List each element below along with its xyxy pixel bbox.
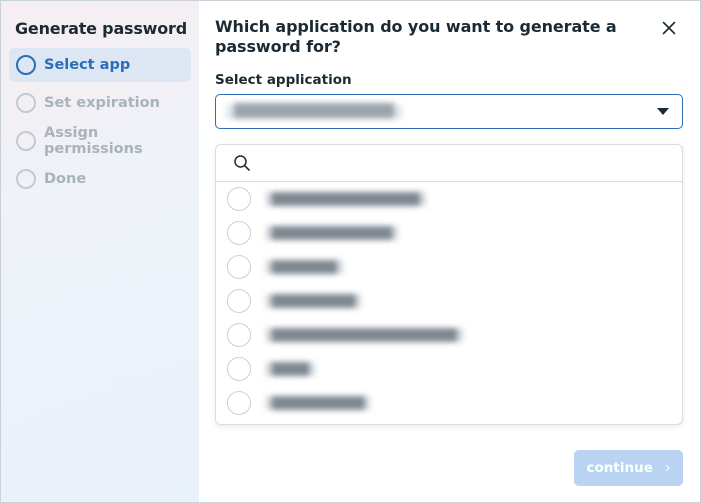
step-label: Select app [44,57,131,73]
radio-button[interactable] [227,323,251,347]
list-item[interactable]: █████████ [216,284,682,318]
list-item[interactable]: ████████████████ [216,182,682,216]
radio-button[interactable] [227,289,251,313]
step-status-icon [16,93,36,113]
option-label: ████ [266,362,315,376]
select-application-label: Select application [215,72,352,88]
step-done: Done [9,162,191,196]
radio-button[interactable] [227,391,251,415]
dropdown-search [216,145,682,182]
option-label: ████████████████████ [266,328,463,342]
application-dropdown: ████████████████ █████████████ ███████ █… [215,144,683,425]
option-label: █████████████ [266,226,398,240]
option-label: ████████████████ [266,192,426,206]
chevron-right-icon: › [664,460,671,476]
sidebar-title: Generate password [15,19,187,38]
close-icon [662,21,676,35]
step-label: Assign permissions [44,125,143,157]
search-icon [234,155,250,171]
step-status-icon [16,169,36,189]
application-select[interactable]: ████████████████ [215,94,683,129]
list-item[interactable]: ████ [216,352,682,386]
generate-password-dialog: Generate password Select app Set expirat… [0,0,701,503]
list-item[interactable]: ██████████ [216,386,682,420]
wizard-sidebar: Generate password Select app Set expirat… [1,1,199,502]
list-item[interactable]: ████████████████████ [216,318,682,352]
caret-down-icon [657,108,669,115]
radio-button[interactable] [227,187,251,211]
step-label: Done [44,171,87,187]
search-input[interactable] [259,145,682,181]
option-label: ███████ [266,260,343,274]
continue-label: continue [586,460,653,476]
step-set-expiration: Set expiration [9,86,191,120]
radio-button[interactable] [227,221,251,245]
list-item[interactable]: ███████ [216,250,682,284]
continue-button[interactable]: continue › [574,450,683,486]
main-panel: Which application do you want to generat… [199,1,700,502]
dialog-heading: Which application do you want to generat… [215,17,617,56]
step-status-icon [16,55,36,75]
option-label: █████████ [266,294,362,308]
radio-button[interactable] [227,357,251,381]
step-status-icon [16,131,36,151]
close-button[interactable] [658,17,680,39]
step-assign-permissions: Assign permissions [9,124,191,158]
step-label: Set expiration [44,95,160,111]
list-item[interactable]: █████████████ [216,216,682,250]
wizard-steps: Select app Set expiration Assign permiss… [9,48,191,196]
radio-button[interactable] [227,255,251,279]
option-label: ██████████ [266,396,371,410]
selected-application-value: ████████████████ [226,104,402,119]
step-select-app[interactable]: Select app [9,48,191,82]
